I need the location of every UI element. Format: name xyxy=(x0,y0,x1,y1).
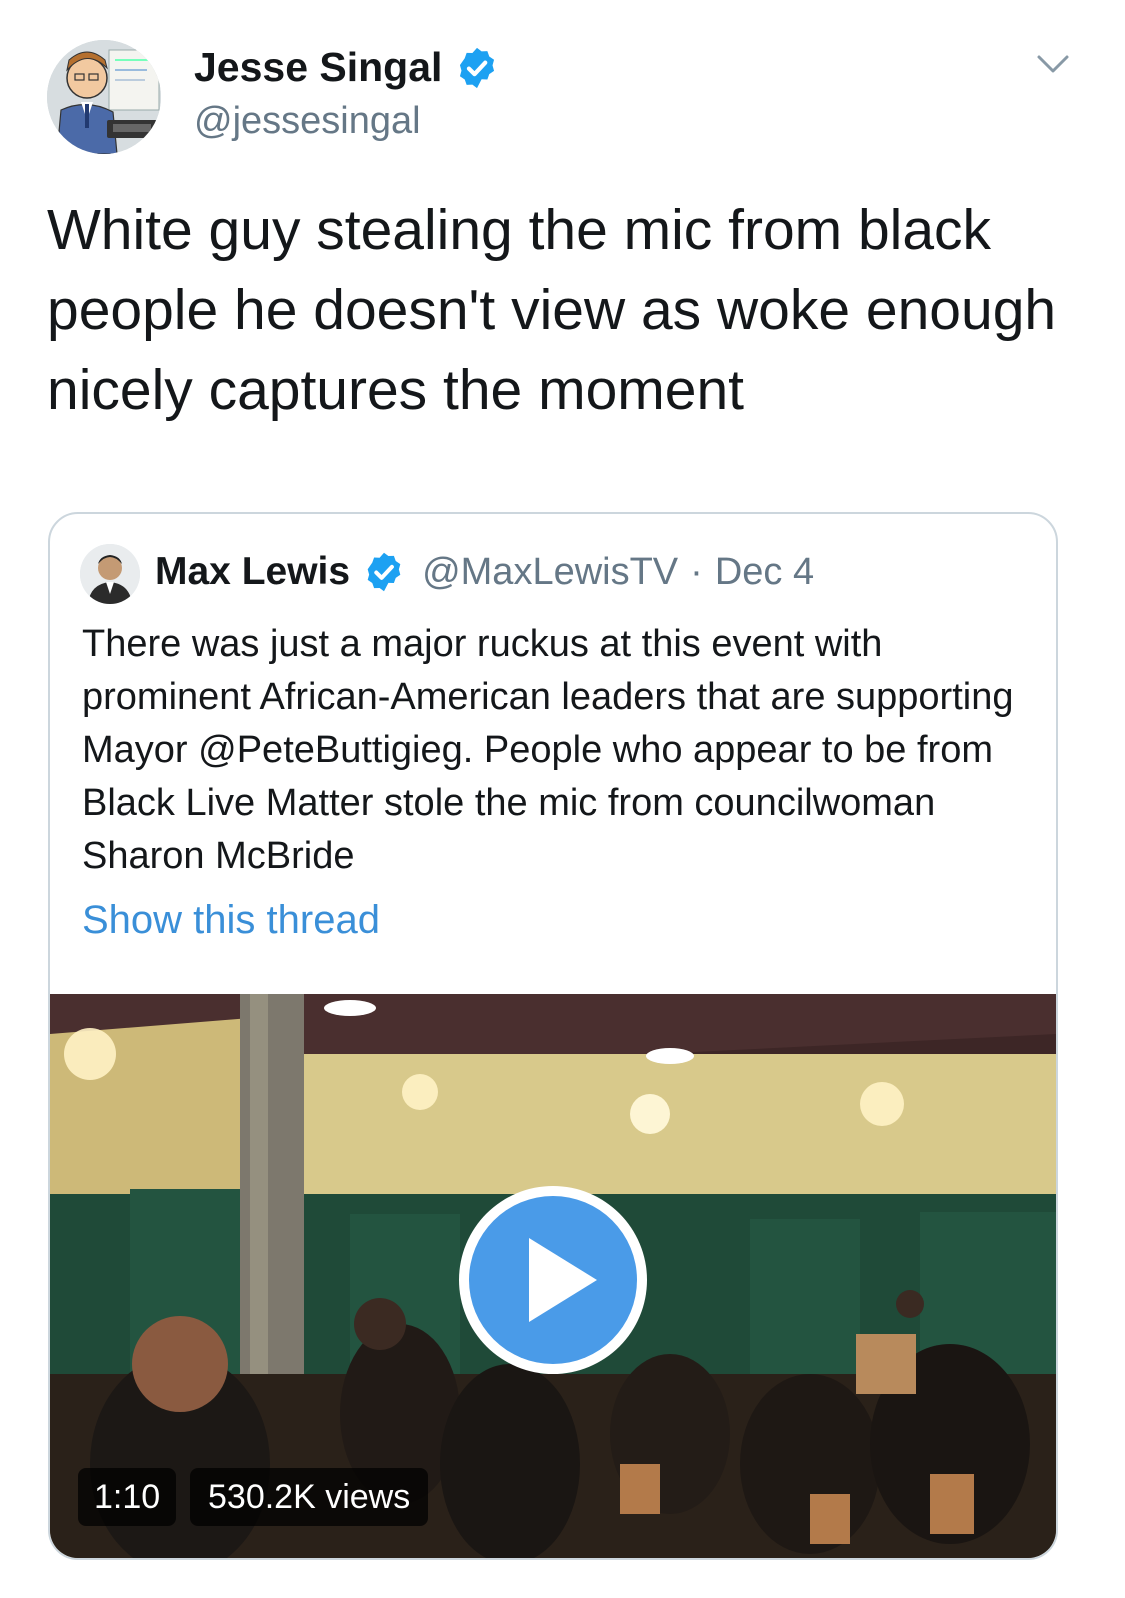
tweet-card: Jesse Singal @jessesingal White guy stea… xyxy=(0,0,1125,1598)
quoted-author-handle[interactable]: @MaxLewisTV xyxy=(422,551,678,594)
verified-badge-icon xyxy=(367,552,401,592)
quoted-author-avatar[interactable] xyxy=(80,544,140,604)
show-thread-link[interactable]: Show this thread xyxy=(82,898,380,943)
play-icon[interactable] xyxy=(455,1182,651,1378)
quoted-tweet-header: Max Lewis @MaxLewisTV · Dec 4 xyxy=(155,550,814,594)
quoted-tweet-date[interactable]: Dec 4 xyxy=(715,551,814,594)
person-avatar-icon xyxy=(80,544,140,604)
video-views: 530.2K views xyxy=(190,1468,429,1526)
author-avatar[interactable] xyxy=(47,40,161,154)
author-name-row: Jesse Singal xyxy=(194,44,500,91)
author-display-name[interactable]: Jesse Singal xyxy=(194,44,442,91)
verified-badge-icon xyxy=(460,47,495,88)
video-duration: 1:10 xyxy=(78,1468,177,1526)
tweet-text: White guy stealing the mic from black pe… xyxy=(47,198,1057,422)
cartoon-avatar-icon xyxy=(47,40,161,154)
quoted-tweet-card[interactable]: Max Lewis @MaxLewisTV · Dec 4 There was … xyxy=(48,512,1058,1560)
chevron-down-icon[interactable] xyxy=(1036,52,1070,76)
author-handle[interactable]: @jessesingal xyxy=(194,100,421,143)
quoted-tweet-text: There was just a major ruckus at this ev… xyxy=(82,623,1014,877)
quoted-author-name[interactable]: Max Lewis xyxy=(155,550,350,594)
header-separator: · xyxy=(690,550,703,593)
video-player[interactable]: 1:10 530.2K views xyxy=(50,994,1056,1558)
